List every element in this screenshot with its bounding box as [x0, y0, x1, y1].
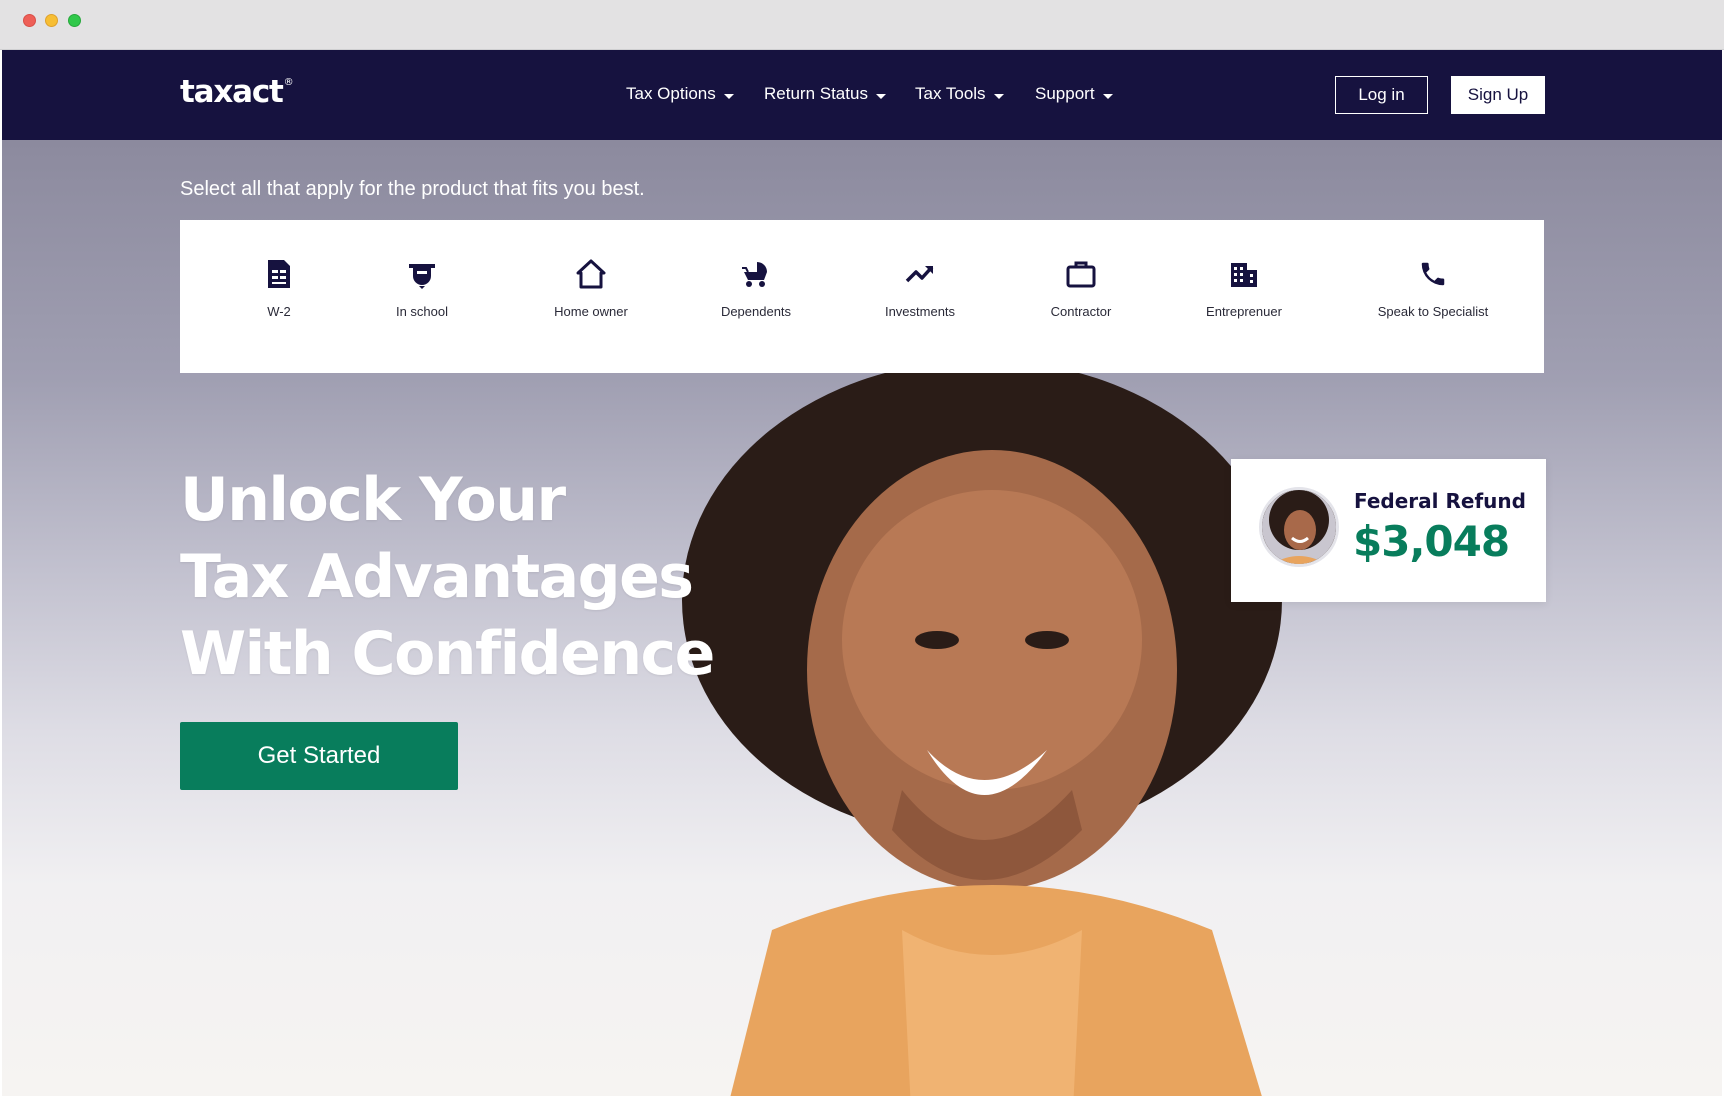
option-contractor[interactable]: Contractor — [1001, 258, 1161, 319]
option-w2-label: W-2 — [267, 304, 291, 319]
stroller-icon — [740, 258, 772, 290]
registered-mark: ® — [283, 77, 294, 88]
option-investments[interactable]: Investments — [840, 258, 1000, 319]
hero-headline: Unlock Your Tax Advantages With Confiden… — [180, 462, 715, 693]
option-dependents-label: Dependents — [720, 304, 792, 319]
hero-section: Select all that apply for the product th… — [2, 140, 1722, 1096]
nav-tax-tools-label: Tax Tools — [915, 84, 986, 103]
phone-icon — [1417, 258, 1449, 290]
house-icon — [575, 258, 607, 290]
browser-window: taxact® Tax Options Return Status Tax To… — [0, 0, 1724, 1096]
option-in-school-label: In school — [395, 304, 449, 319]
nav-support-label: Support — [1035, 84, 1095, 103]
site-header: taxact® Tax Options Return Status Tax To… — [2, 50, 1722, 140]
graduation-cap-icon — [406, 258, 438, 290]
refund-label: Federal Refund — [1354, 489, 1526, 513]
logo-text: taxact — [180, 74, 284, 110]
caret-down-icon — [993, 93, 1004, 99]
federal-refund-card: Federal Refund $3,048 — [1231, 459, 1546, 602]
login-button[interactable]: Log in — [1335, 76, 1428, 114]
caret-down-icon — [875, 93, 886, 99]
headline-line-3: With Confidence — [180, 619, 715, 689]
building-icon — [1228, 258, 1260, 290]
trending-up-icon — [904, 258, 936, 290]
option-entrepreneur[interactable]: Entreprenuer — [1164, 258, 1324, 319]
briefcase-icon — [1065, 258, 1097, 290]
taxact-logo[interactable]: taxact® — [180, 74, 294, 110]
option-home-owner[interactable]: Home owner — [511, 258, 671, 319]
minimize-window-button[interactable] — [45, 14, 58, 27]
product-options-card: W-2 In school Home owner Dependents Inve… — [180, 220, 1544, 373]
option-dependents[interactable]: Dependents — [676, 258, 836, 319]
option-contractor-label: Contractor — [1050, 304, 1112, 319]
hero-subtitle: Select all that apply for the product th… — [180, 178, 645, 200]
nav-tax-tools[interactable]: Tax Tools — [915, 84, 1004, 104]
nav-tax-options[interactable]: Tax Options — [626, 84, 734, 104]
headline-line-1: Unlock Your — [180, 465, 566, 535]
option-speak-to-specialist-label: Speak to Specialist — [1377, 304, 1489, 319]
option-home-owner-label: Home owner — [554, 304, 628, 319]
option-w2[interactable]: W-2 — [199, 258, 359, 319]
nav-return-status[interactable]: Return Status — [764, 84, 886, 104]
option-investments-label: Investments — [884, 304, 956, 319]
signup-button[interactable]: Sign Up — [1451, 76, 1545, 114]
document-icon — [263, 258, 295, 290]
close-window-button[interactable] — [23, 14, 36, 27]
refund-amount: $3,048 — [1353, 517, 1510, 566]
get-started-button[interactable]: Get Started — [180, 722, 458, 790]
nav-return-status-label: Return Status — [764, 84, 868, 103]
option-speak-to-specialist[interactable]: Speak to Specialist — [1353, 258, 1513, 319]
window-titlebar — [0, 0, 1724, 50]
option-in-school[interactable]: In school — [342, 258, 502, 319]
headline-line-2: Tax Advantages — [180, 542, 694, 612]
avatar — [1259, 487, 1339, 567]
caret-down-icon — [723, 93, 734, 99]
caret-down-icon — [1102, 93, 1113, 99]
option-entrepreneur-label: Entreprenuer — [1206, 304, 1282, 319]
maximize-window-button[interactable] — [68, 14, 81, 27]
hero-woman-photo — [682, 370, 1282, 1096]
nav-tax-options-label: Tax Options — [626, 84, 716, 103]
nav-support[interactable]: Support — [1035, 84, 1113, 104]
